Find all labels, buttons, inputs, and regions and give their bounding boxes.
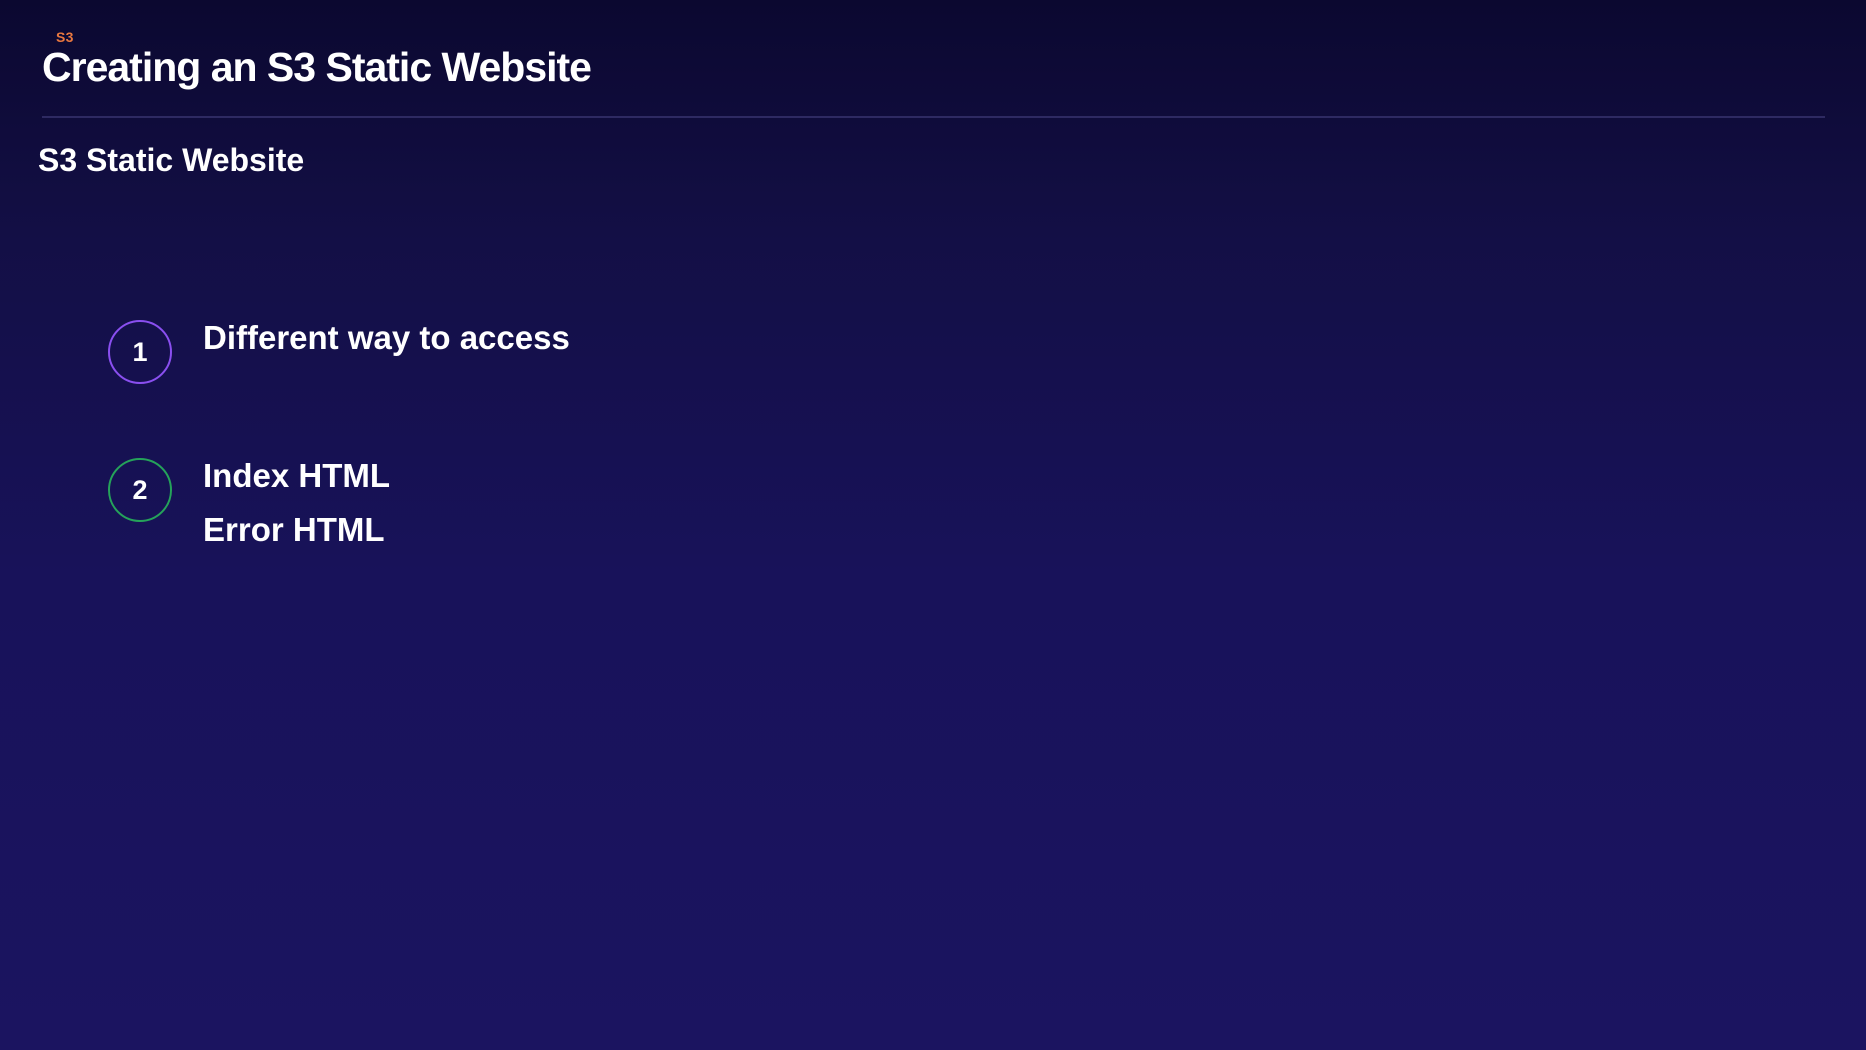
number-badge-2: 2: [108, 458, 172, 522]
point-2-line-1: Index HTML: [203, 457, 390, 494]
title-divider: [42, 116, 1825, 118]
point-2-text: Index HTML Error HTML: [203, 449, 390, 557]
point-1-text: Different way to access: [203, 311, 570, 365]
slide: S3 Creating an S3 Static Website S3 Stat…: [0, 0, 1866, 1050]
section-tag: S3: [56, 29, 74, 45]
slide-title: Creating an S3 Static Website: [42, 44, 592, 90]
point-2-line-2: Error HTML: [203, 511, 385, 548]
number-badge-1: 1: [108, 320, 172, 384]
slide-subtitle: S3 Static Website: [38, 142, 305, 178]
point-1-line-1: Different way to access: [203, 319, 570, 356]
